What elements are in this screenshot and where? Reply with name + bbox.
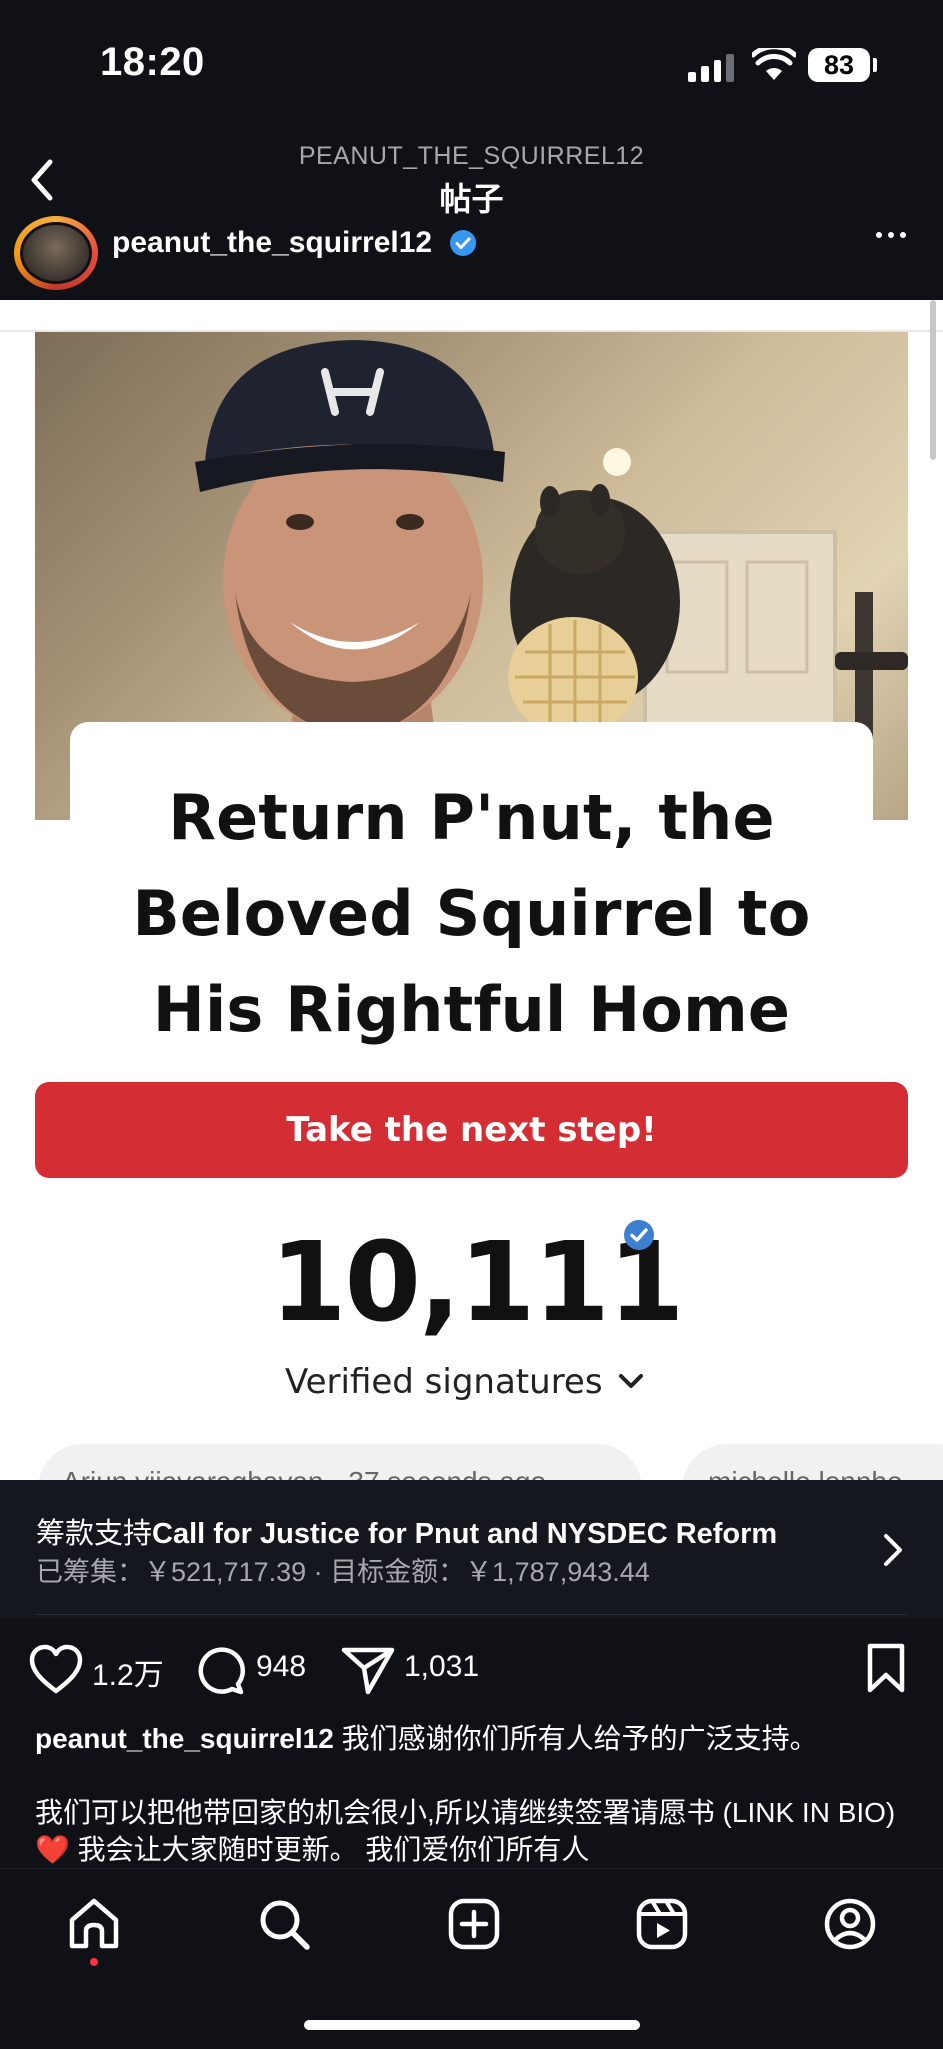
avatar[interactable] (14, 216, 98, 290)
page-title: 帖子 (439, 180, 504, 218)
wifi-icon (752, 48, 796, 80)
create-icon[interactable] (446, 1896, 502, 1952)
battery-indicator: 83 (808, 48, 870, 82)
verified-badge-icon (624, 1220, 654, 1250)
bookmark-icon[interactable] (864, 1642, 908, 1694)
comment-icon[interactable] (194, 1644, 246, 1696)
divider (36, 1614, 907, 1615)
petition-title: Return P'nut, the Beloved Squirrel to Hi… (132, 781, 811, 1046)
caption-line-1: 我们感谢你们所有人给予的广泛支持。 (341, 1723, 818, 1754)
caption-line-2: 我们可以把他带回家的机会很小,所以请继续签署请愿书 (LINK IN BIO) … (35, 1797, 896, 1865)
send-icon[interactable] (340, 1644, 396, 1696)
search-icon[interactable] (256, 1896, 312, 1952)
notification-dot (90, 1958, 98, 1966)
share-count[interactable]: 1,031 (404, 1650, 479, 1684)
caption-username[interactable]: peanut_the_squirrel12 (35, 1723, 334, 1754)
scrollbar[interactable] (930, 300, 936, 460)
heart-icon[interactable] (28, 1644, 84, 1696)
fundraiser-prefix: 筹款支持 (36, 1516, 153, 1550)
chevron-right-icon[interactable] (878, 1530, 906, 1570)
fundraiser-name: Call for Justice for Pnut and NYSDEC Ref… (152, 1518, 778, 1550)
chevron-down-icon[interactable] (616, 1370, 646, 1394)
take-next-step-button[interactable]: Take the next step! (35, 1082, 908, 1178)
signature-label[interactable]: Verified signatures (285, 1362, 603, 1402)
fundraiser-title[interactable]: 筹款支持Call for Justice for Pnut and NYSDEC… (36, 1510, 777, 1552)
fundraiser-detail: 已筹集：￥521,717.39 · 目标金额：￥1,787,943.44 (36, 1557, 650, 1587)
more-horizontal-icon[interactable] (876, 232, 906, 238)
profile-icon[interactable] (822, 1896, 878, 1952)
header-username: PEANUT_THE_SQUIRREL12 (298, 142, 645, 170)
battery-tip (873, 58, 877, 72)
post-author-username[interactable]: peanut_the_squirrel12 (112, 226, 432, 260)
comment-count[interactable]: 948 (256, 1650, 306, 1684)
home-icon[interactable] (66, 1896, 122, 1952)
home-indicator[interactable] (304, 2020, 640, 2030)
cellular-signal-icon (688, 54, 734, 82)
verified-badge-icon (450, 230, 476, 256)
status-time: 18:20 (100, 40, 205, 84)
reels-icon[interactable] (634, 1896, 690, 1952)
like-count[interactable]: 1.2万 (92, 1650, 164, 1694)
signature-count: 10,111 (270, 1218, 684, 1346)
